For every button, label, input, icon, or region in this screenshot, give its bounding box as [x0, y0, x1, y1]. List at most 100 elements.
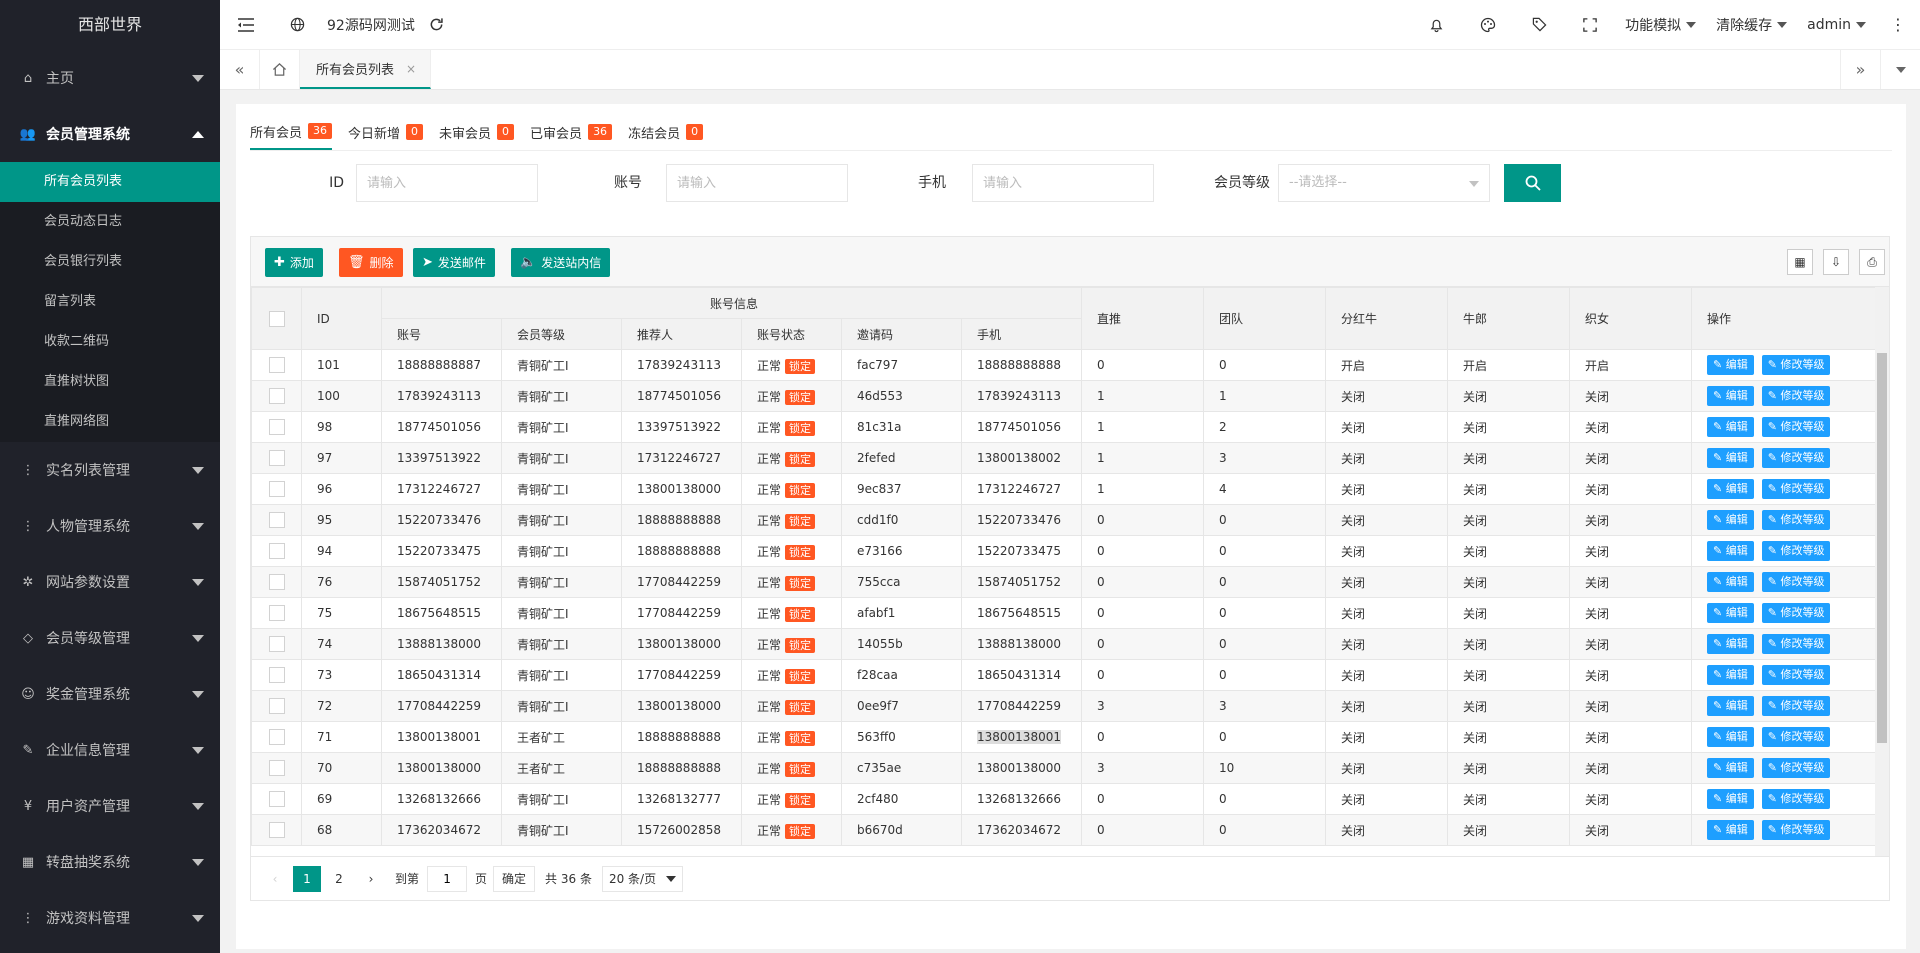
goto-page-input[interactable]: [427, 865, 468, 892]
user-dropdown[interactable]: admin: [1797, 0, 1876, 50]
table-row[interactable]: 73 18650431314 青铜矿工I 17708442259 正常 锁定 f28caa 1…: [251, 659, 1877, 691]
sidebar-subitem-1[interactable]: 会员动态日志: [0, 202, 220, 242]
goto-confirm-button[interactable]: 确定: [493, 865, 536, 892]
close-icon[interactable]: ×: [406, 62, 416, 76]
lock-button[interactable]: 锁定: [785, 389, 816, 405]
row-checkbox[interactable]: [268, 574, 285, 590]
edit-level-button[interactable]: ✎ 修改等级: [1761, 789, 1831, 809]
row-checkbox[interactable]: [268, 636, 285, 652]
row-checkbox[interactable]: [268, 388, 285, 404]
sidebar-item-4[interactable]: ✲ 网站参数设置: [0, 554, 220, 610]
header-id[interactable]: ID: [301, 287, 382, 350]
edit-level-button[interactable]: ✎ 修改等级: [1761, 479, 1831, 499]
table-row[interactable]: 69 13268132666 青铜矿工I 13268132777 正常 锁定 2cf480 1…: [251, 783, 1877, 815]
edit-button[interactable]: ✎ 编辑: [1707, 758, 1754, 778]
row-checkbox[interactable]: [268, 419, 285, 435]
menu-toggle-button[interactable]: [220, 0, 272, 50]
next-page-button[interactable]: ›: [357, 866, 385, 892]
site-link-button[interactable]: [272, 0, 323, 50]
tab-menu-button[interactable]: [1880, 50, 1920, 89]
sidebar-item-5[interactable]: ◇ 会员等级管理: [0, 610, 220, 666]
table-row[interactable]: 71 13800138001 王者矿工 18888888888 正常 锁定 563ff0 13…: [251, 721, 1877, 753]
table-row[interactable]: 94 15220733475 青铜矿工I 18888888888 正常 锁定 e73166 1…: [251, 535, 1877, 567]
edit-button[interactable]: ✎ 编辑: [1707, 696, 1754, 716]
row-checkbox[interactable]: [268, 760, 285, 776]
header-team[interactable]: 团队: [1203, 287, 1327, 350]
sidebar-item-7[interactable]: ✎ 企业信息管理: [0, 722, 220, 778]
edit-level-button[interactable]: ✎ 修改等级: [1761, 417, 1831, 437]
header-level[interactable]: 会员等级: [501, 318, 622, 350]
refresh-button[interactable]: [425, 0, 462, 50]
add-button[interactable]: ✚ 添加: [265, 248, 323, 277]
header-herder[interactable]: 牛郎: [1447, 287, 1571, 350]
send-message-button[interactable]: 🔈 发送站内信: [511, 248, 611, 277]
edit-button[interactable]: ✎ 编辑: [1707, 448, 1754, 468]
filter-tab-0[interactable]: 所有会员 36: [250, 114, 333, 150]
edit-button[interactable]: ✎ 编辑: [1707, 789, 1754, 809]
lock-button[interactable]: 锁定: [785, 575, 816, 591]
sidebar-item-1[interactable]: 👥 会员管理系统: [0, 106, 220, 162]
sidebar-subitem-2[interactable]: 会员银行列表: [0, 242, 220, 282]
edit-level-button[interactable]: ✎ 修改等级: [1761, 727, 1831, 747]
lock-button[interactable]: 锁定: [785, 513, 816, 529]
fullscreen-button[interactable]: [1565, 0, 1615, 50]
header-direct[interactable]: 直推: [1081, 287, 1205, 350]
lock-button[interactable]: 锁定: [785, 699, 816, 715]
tag-button[interactable]: [1514, 0, 1565, 50]
send-mail-button[interactable]: ➤ 发送邮件: [413, 248, 495, 277]
lock-button[interactable]: 锁定: [785, 544, 816, 560]
select-all-checkbox[interactable]: [268, 310, 285, 327]
lock-button[interactable]: 锁定: [785, 637, 816, 653]
page-1-button[interactable]: 1: [293, 865, 321, 892]
header-status[interactable]: 账号状态: [741, 318, 842, 350]
phone-input[interactable]: [972, 164, 1154, 202]
edit-button[interactable]: ✎ 编辑: [1707, 510, 1754, 530]
sidebar-subitem-0[interactable]: 所有会员列表: [0, 162, 220, 202]
table-row[interactable]: 75 18675648515 青铜矿工I 17708442259 正常 锁定 afabf1 1…: [251, 597, 1877, 629]
edit-button[interactable]: ✎ 编辑: [1707, 820, 1754, 840]
filter-tab-2[interactable]: 未审会员 0: [439, 114, 515, 150]
edit-level-button[interactable]: ✎ 修改等级: [1761, 634, 1831, 654]
edit-button[interactable]: ✎ 编辑: [1707, 634, 1754, 654]
clear-cache-dropdown[interactable]: 清除缓存: [1706, 0, 1797, 50]
edit-level-button[interactable]: ✎ 修改等级: [1761, 603, 1831, 623]
lock-button[interactable]: 锁定: [785, 420, 816, 436]
sidebar-item-6[interactable]: ☺ 奖金管理系统: [0, 666, 220, 722]
lock-button[interactable]: 锁定: [785, 358, 816, 374]
edit-button[interactable]: ✎ 编辑: [1707, 417, 1754, 437]
row-checkbox[interactable]: [268, 822, 285, 838]
row-checkbox[interactable]: [268, 357, 285, 373]
table-row[interactable]: 68 17362034672 青铜矿工I 15726002858 正常 锁定 b6670d 1…: [251, 814, 1877, 846]
page-size-select[interactable]: 20 条/页: [601, 865, 684, 892]
account-input[interactable]: [666, 164, 848, 202]
site-title[interactable]: 92源码网测试: [323, 0, 425, 50]
sidebar-item-8[interactable]: ¥ 用户资产管理: [0, 778, 220, 834]
table-row[interactable]: 97 13397513922 青铜矿工I 17312246727 正常 锁定 2fefed 1…: [251, 442, 1877, 474]
prev-page-button[interactable]: ‹: [261, 866, 289, 892]
edit-level-button[interactable]: ✎ 修改等级: [1761, 510, 1831, 530]
table-row[interactable]: 70 13800138000 王者矿工 18888888888 正常 锁定 c735ae 13…: [251, 752, 1877, 784]
sidebar-item-0[interactable]: ⌂ 主页: [0, 50, 220, 106]
table-row[interactable]: 95 15220733476 青铜矿工I 18888888888 正常 锁定 cdd1f0 1…: [251, 504, 1877, 536]
header-invite[interactable]: 邀请码: [841, 318, 962, 350]
edit-level-button[interactable]: ✎ 修改等级: [1761, 758, 1831, 778]
notification-button[interactable]: [1411, 0, 1462, 50]
filter-tab-3[interactable]: 已审会员 36: [530, 114, 613, 150]
row-checkbox[interactable]: [268, 605, 285, 621]
row-checkbox[interactable]: [268, 450, 285, 466]
table-row[interactable]: 100 17839243113 青铜矿工I 18774501056 正常 锁定 46d553…: [251, 380, 1877, 412]
row-checkbox[interactable]: [268, 791, 285, 807]
row-checkbox[interactable]: [268, 698, 285, 714]
table-row[interactable]: 72 17708442259 青铜矿工I 13800138000 正常 锁定 0ee9f7 1…: [251, 690, 1877, 722]
row-checkbox[interactable]: [268, 481, 285, 497]
print-button[interactable]: ⎙: [1859, 249, 1885, 275]
header-account[interactable]: 账号: [381, 318, 502, 350]
export-button[interactable]: ⇩: [1823, 249, 1849, 275]
page-2-button[interactable]: 2: [325, 866, 353, 892]
edit-button[interactable]: ✎ 编辑: [1707, 665, 1754, 685]
edit-button[interactable]: ✎ 编辑: [1707, 479, 1754, 499]
lock-button[interactable]: 锁定: [785, 730, 816, 746]
table-row[interactable]: 76 15874051752 青铜矿工I 17708442259 正常 锁定 755cca 1…: [251, 566, 1877, 598]
edit-button[interactable]: ✎ 编辑: [1707, 355, 1754, 375]
edit-level-button[interactable]: ✎ 修改等级: [1761, 386, 1831, 406]
